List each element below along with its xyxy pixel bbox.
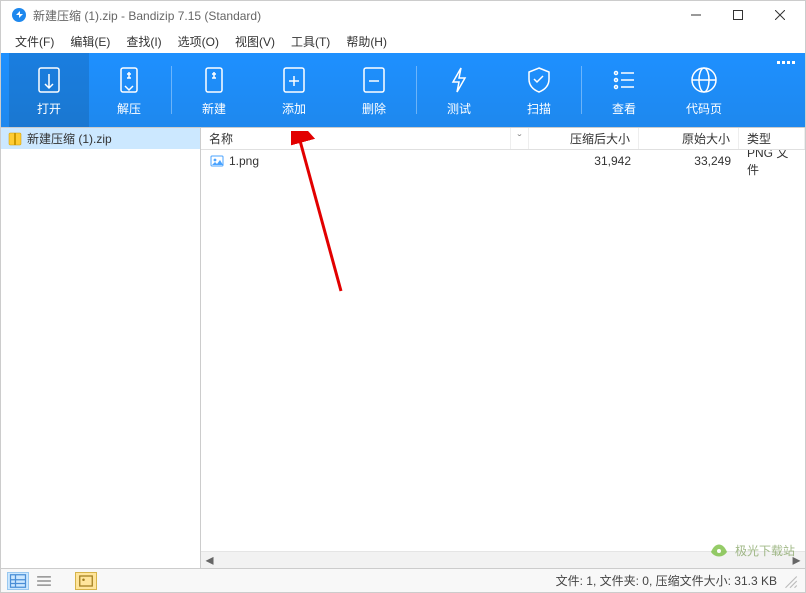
extract-icon <box>113 64 145 96</box>
zip-icon <box>7 131 23 147</box>
tree-root-node[interactable]: 新建压缩 (1).zip <box>1 128 200 149</box>
status-text: 文件: 1, 文件夹: 0, 压缩文件大小: 31.3 KB <box>556 572 777 589</box>
menu-find[interactable]: 查找(I) <box>118 31 169 52</box>
separator <box>171 66 172 114</box>
codepage-label: 代码页 <box>686 100 722 117</box>
tree-root-label: 新建压缩 (1).zip <box>27 130 112 147</box>
scan-button[interactable]: 扫描 <box>499 53 579 127</box>
test-button[interactable]: 测试 <box>419 53 499 127</box>
column-headers: 名称 ˇ 压缩后大小 原始大小 类型 <box>201 128 805 150</box>
view-icon <box>608 64 640 96</box>
image-file-icon <box>209 153 225 169</box>
titlebar: 新建压缩 (1).zip - Bandizip 7.15 (Standard) <box>1 1 805 29</box>
file-type: PNG 文件 <box>739 150 805 178</box>
test-icon <box>443 64 475 96</box>
separator <box>581 66 582 114</box>
window-controls <box>675 1 801 29</box>
test-label: 测试 <box>447 100 471 117</box>
file-original-size: 33,249 <box>639 154 739 168</box>
maximize-button[interactable] <box>717 1 759 29</box>
file-row[interactable]: 1.png 31,942 33,249 PNG 文件 <box>201 150 805 172</box>
resize-grip[interactable] <box>781 572 799 590</box>
extract-label: 解压 <box>117 100 141 117</box>
view-list-icon[interactable] <box>33 572 55 590</box>
add-icon <box>278 64 310 96</box>
menu-file[interactable]: 文件(F) <box>7 31 62 52</box>
delete-icon <box>358 64 390 96</box>
view-image-icon[interactable] <box>75 572 97 590</box>
close-button[interactable] <box>759 1 801 29</box>
tree-panel[interactable]: 新建压缩 (1).zip <box>1 128 201 568</box>
scan-icon <box>523 64 555 96</box>
delete-label: 删除 <box>362 100 386 117</box>
horizontal-scrollbar[interactable]: ◂ ▸ <box>201 551 805 568</box>
column-sort-indicator[interactable]: ˇ <box>511 128 529 149</box>
column-original-size[interactable]: 原始大小 <box>639 128 739 149</box>
file-list[interactable]: 1.png 31,942 33,249 PNG 文件 <box>201 150 805 551</box>
new-label: 新建 <box>202 100 226 117</box>
menu-options[interactable]: 选项(O) <box>170 31 227 52</box>
window-title: 新建压缩 (1).zip - Bandizip 7.15 (Standard) <box>33 7 675 24</box>
menu-help[interactable]: 帮助(H) <box>338 31 395 52</box>
add-button[interactable]: 添加 <box>254 53 334 127</box>
delete-button[interactable]: 删除 <box>334 53 414 127</box>
new-icon <box>198 64 230 96</box>
view-label: 查看 <box>612 100 636 117</box>
more-button[interactable] <box>777 61 795 79</box>
scroll-right-button[interactable]: ▸ <box>788 552 805 568</box>
open-button[interactable]: 打开 <box>9 53 89 127</box>
toolbar: 打开 解压 新建 添加 删除 测试 扫描 查看 代码页 <box>1 53 805 127</box>
content-panel: 名称 ˇ 压缩后大小 原始大小 类型 1.png 31,942 33,249 P… <box>201 128 805 568</box>
codepage-button[interactable]: 代码页 <box>664 53 744 127</box>
add-label: 添加 <box>282 100 306 117</box>
menu-view[interactable]: 视图(V) <box>227 31 283 52</box>
menubar: 文件(F) 编辑(E) 查找(I) 选项(O) 视图(V) 工具(T) 帮助(H… <box>1 29 805 53</box>
new-button[interactable]: 新建 <box>174 53 254 127</box>
column-type[interactable]: 类型 <box>739 128 805 149</box>
separator <box>416 66 417 114</box>
minimize-button[interactable] <box>675 1 717 29</box>
scroll-left-button[interactable]: ◂ <box>201 552 218 568</box>
menu-tools[interactable]: 工具(T) <box>283 31 338 52</box>
main-area: 新建压缩 (1).zip 名称 ˇ 压缩后大小 原始大小 类型 1.png 31… <box>1 127 805 568</box>
scan-label: 扫描 <box>527 100 551 117</box>
column-name[interactable]: 名称 <box>201 128 511 149</box>
statusbar: 文件: 1, 文件夹: 0, 压缩文件大小: 31.3 KB <box>1 568 805 592</box>
file-compressed-size: 31,942 <box>529 154 639 168</box>
app-icon <box>11 7 27 23</box>
menu-edit[interactable]: 编辑(E) <box>62 31 118 52</box>
extract-button[interactable]: 解压 <box>89 53 169 127</box>
file-name: 1.png <box>229 154 259 168</box>
column-compressed-size[interactable]: 压缩后大小 <box>529 128 639 149</box>
codepage-icon <box>688 64 720 96</box>
view-button[interactable]: 查看 <box>584 53 664 127</box>
view-grid-icon[interactable] <box>7 572 29 590</box>
open-icon <box>33 64 65 96</box>
open-label: 打开 <box>37 100 61 117</box>
